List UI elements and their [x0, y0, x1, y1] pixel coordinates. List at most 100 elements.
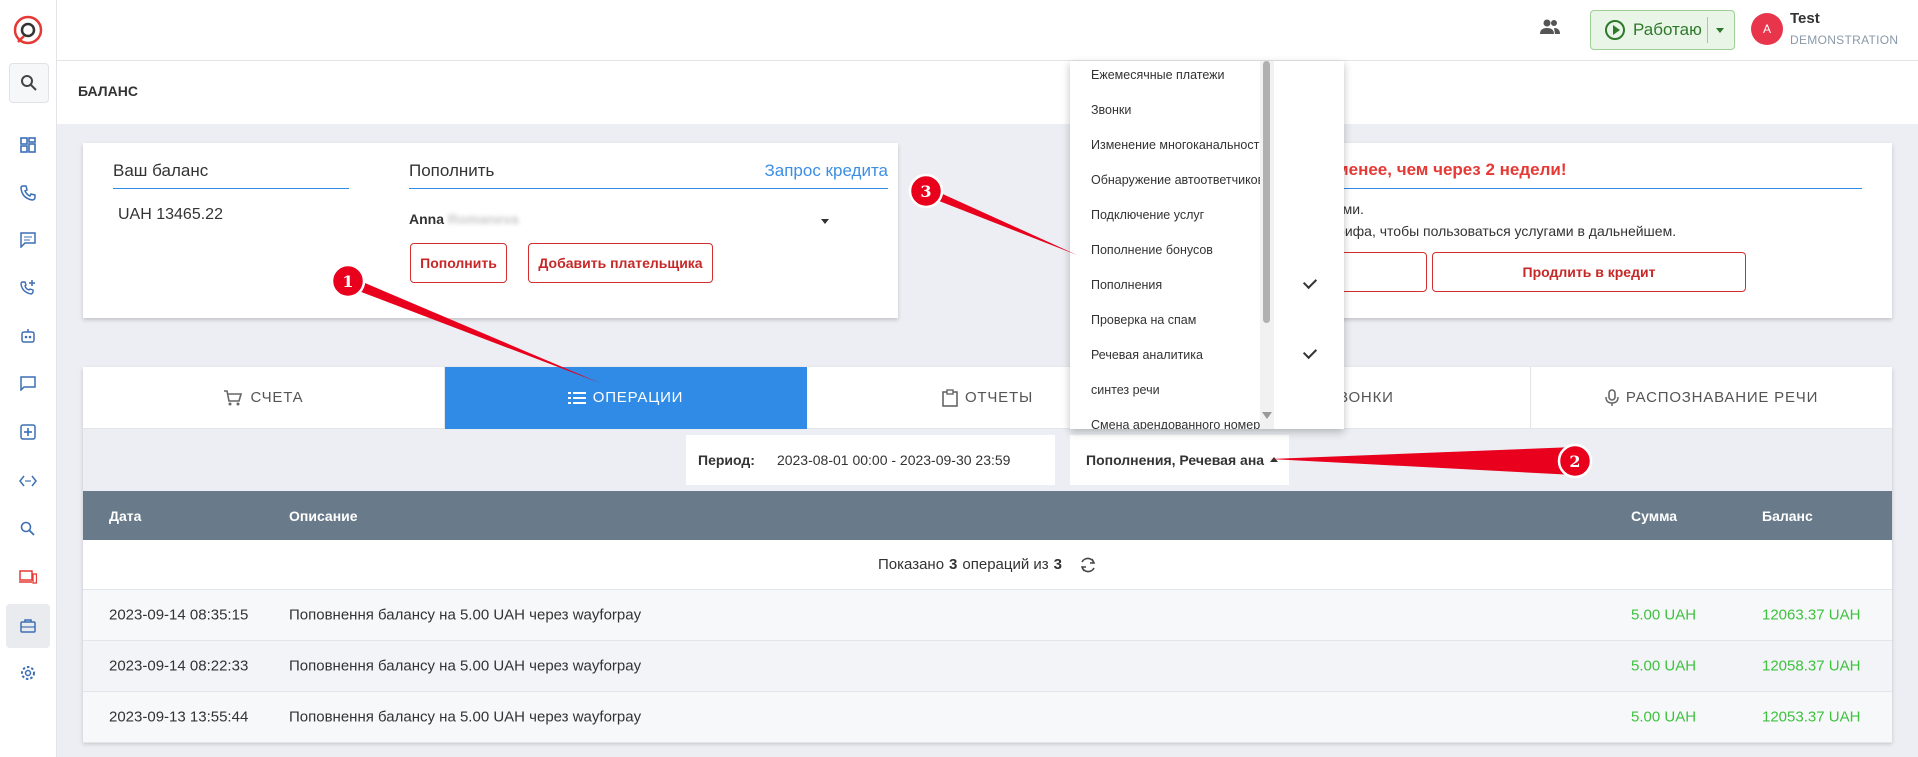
operation-type-select[interactable]: Пополнения, Речевая ана: [1070, 435, 1289, 485]
column-description[interactable]: Описание: [289, 508, 358, 524]
dropdown-scrollbar[interactable]: [1260, 61, 1274, 429]
row-date: 2023-09-14 08:35:15: [109, 606, 249, 624]
dropdown-option[interactable]: Ежемесячные платежи: [1070, 61, 1332, 92]
balance-value: UAH 13465.22: [118, 206, 223, 223]
topup-button[interactable]: Пополнить: [410, 243, 507, 283]
sidebar-item-calls[interactable]: [17, 182, 39, 204]
shown-total: 3: [1053, 556, 1062, 573]
microphone-icon: [1605, 388, 1619, 407]
tab-accounts[interactable]: СЧЕТА: [83, 367, 445, 429]
dropdown-option[interactable]: Пополнение бонусов: [1070, 232, 1332, 267]
period-label: Период:: [698, 452, 755, 468]
scrollbar-thumb[interactable]: [1263, 61, 1270, 323]
user-name[interactable]: Test: [1790, 10, 1820, 27]
dropdown-option[interactable]: Подключение услуг: [1070, 197, 1332, 232]
extend-credit-button[interactable]: Продлить в кредит: [1432, 252, 1746, 292]
phone-icon: [20, 185, 36, 201]
row-date: 2023-09-13 13:55:44: [109, 708, 249, 726]
row-balance: 12063.37 UAH: [1762, 606, 1861, 624]
dropdown-option-selected[interactable]: Речевая аналитика: [1070, 337, 1332, 372]
tab-label: ОТЧЕТЫ: [964, 389, 1034, 406]
payer-chevron-down-icon[interactable]: [821, 219, 829, 224]
work-status-button[interactable]: Работаю: [1590, 10, 1735, 50]
row-description: Поповнення балансу на 5.00 UAH через way…: [289, 657, 642, 675]
sidebar-item-settings[interactable]: [17, 662, 39, 684]
sidebar-item-call-add[interactable]: [17, 276, 39, 298]
dropdown-option[interactable]: Проверка на спам: [1070, 302, 1332, 337]
dropdown-option-selected[interactable]: Пополнения: [1070, 267, 1332, 302]
dropdown-option[interactable]: синтез речи: [1070, 372, 1332, 407]
tab-operations[interactable]: ОПЕРАЦИИ: [445, 367, 807, 429]
message-icon: [20, 376, 36, 391]
topup-label: Пополнить: [409, 161, 495, 180]
sidebar-search-button[interactable]: [9, 63, 49, 103]
sidebar-item-integrations[interactable]: [17, 470, 39, 492]
play-icon: [1605, 20, 1625, 40]
sidebar-item-bots[interactable]: [17, 325, 39, 347]
status-separator: [1707, 17, 1708, 43]
users-icon[interactable]: [1539, 18, 1561, 36]
tariff-warning-card: т менее, чем через 2 недели! угами. тари…: [1305, 143, 1892, 318]
sidebar-item-dashboard[interactable]: [17, 134, 39, 156]
option-label: Пополнение бонусов: [1091, 242, 1213, 257]
warning-underline: [1315, 188, 1862, 189]
payer-select[interactable]: Anna Romaneva: [409, 211, 519, 227]
work-status-label: Работаю: [1633, 20, 1702, 39]
search-icon: [21, 75, 37, 91]
table-row[interactable]: 2023-09-14 08:22:33 Поповнення балансу н…: [83, 641, 1892, 692]
devices-icon: [19, 570, 37, 584]
avatar[interactable]: A: [1751, 13, 1783, 45]
shown-count: 3: [949, 556, 958, 573]
sidebar-item-messages[interactable]: [17, 372, 39, 394]
column-date[interactable]: Дата: [109, 508, 141, 524]
table-row[interactable]: 2023-09-13 13:55:44 Поповнення балансу н…: [83, 692, 1892, 743]
operations-panel: СЧЕТА ОПЕРАЦИИ ОТЧЕТЫ ЗВОНКИ РАСПОЗНАВАН…: [83, 367, 1892, 743]
logo-icon[interactable]: [12, 14, 44, 46]
chat-icon: [20, 232, 36, 248]
sidebar-item-billing[interactable]: [17, 615, 39, 637]
check-icon: [1302, 274, 1318, 290]
row-balance: 12053.37 UAH: [1762, 708, 1861, 726]
operation-type-value: Пополнения, Речевая ана: [1086, 452, 1265, 468]
briefcase-icon: [20, 619, 36, 633]
shown-prefix: Показано: [878, 556, 945, 573]
dropdown-option[interactable]: Смена арендованного номера: [1070, 407, 1332, 430]
shown-middle: операций из: [962, 556, 1049, 573]
row-date: 2023-09-14 08:22:33: [109, 657, 249, 675]
period-filter[interactable]: Период: 2023-08-01 00:00 - 2023-09-30 23…: [686, 435, 1055, 485]
dropdown-option[interactable]: Изменение многоканальности: [1070, 127, 1332, 162]
option-label: Пополнения: [1091, 277, 1163, 292]
scroll-down-icon[interactable]: [1262, 412, 1272, 419]
annotation-marker-3: [908, 173, 944, 209]
row-amount: 5.00 UAH: [1631, 708, 1697, 726]
table-row[interactable]: 2023-09-14 08:35:15 Поповнення балансу н…: [83, 590, 1892, 641]
sidebar-item-devices[interactable]: [17, 566, 39, 588]
option-label: Речевая аналитика: [1091, 347, 1203, 362]
option-label: Проверка на спам: [1091, 312, 1197, 327]
add-payer-button[interactable]: Добавить плательщика: [528, 243, 713, 283]
option-label: Смена арендованного номера: [1091, 417, 1268, 430]
credit-request-link[interactable]: Запрос кредита: [765, 161, 889, 181]
cart-icon: [223, 389, 243, 406]
row-description: Поповнення балансу на 5.00 UAH через way…: [289, 708, 642, 726]
top-bar: Работаю A Test DEMONSTRATION: [57, 0, 1918, 61]
option-label: Обнаружение автоответчиков: [1091, 172, 1265, 187]
table-header: Дата Описание Сумма Баланс: [83, 491, 1892, 540]
column-amount[interactable]: Сумма: [1631, 508, 1677, 524]
tab-label: СЧЕТА: [250, 389, 304, 406]
sidebar-item-chat[interactable]: [17, 229, 39, 251]
annotation-number-3: 3: [920, 182, 931, 201]
payer-last-name: Romaneva: [447, 211, 519, 227]
tab-speech-recognition[interactable]: РАСПОЗНАВАНИЕ РЕЧИ: [1531, 367, 1892, 429]
refresh-icon[interactable]: [1079, 556, 1097, 574]
sidebar-item-search[interactable]: [17, 518, 39, 540]
column-balance[interactable]: Баланс: [1762, 508, 1813, 524]
page-header: БАЛАНС: [57, 61, 1918, 124]
dropdown-option[interactable]: Обнаружение автоответчиков: [1070, 162, 1332, 197]
dropdown-option[interactable]: Звонки: [1070, 92, 1332, 127]
annotation-arrow-3: [914, 181, 1077, 255]
dashboard-icon: [20, 137, 36, 153]
sidebar-item-add[interactable]: [17, 421, 39, 443]
search-small-icon: [20, 521, 35, 536]
chevron-down-icon[interactable]: [1716, 28, 1724, 33]
